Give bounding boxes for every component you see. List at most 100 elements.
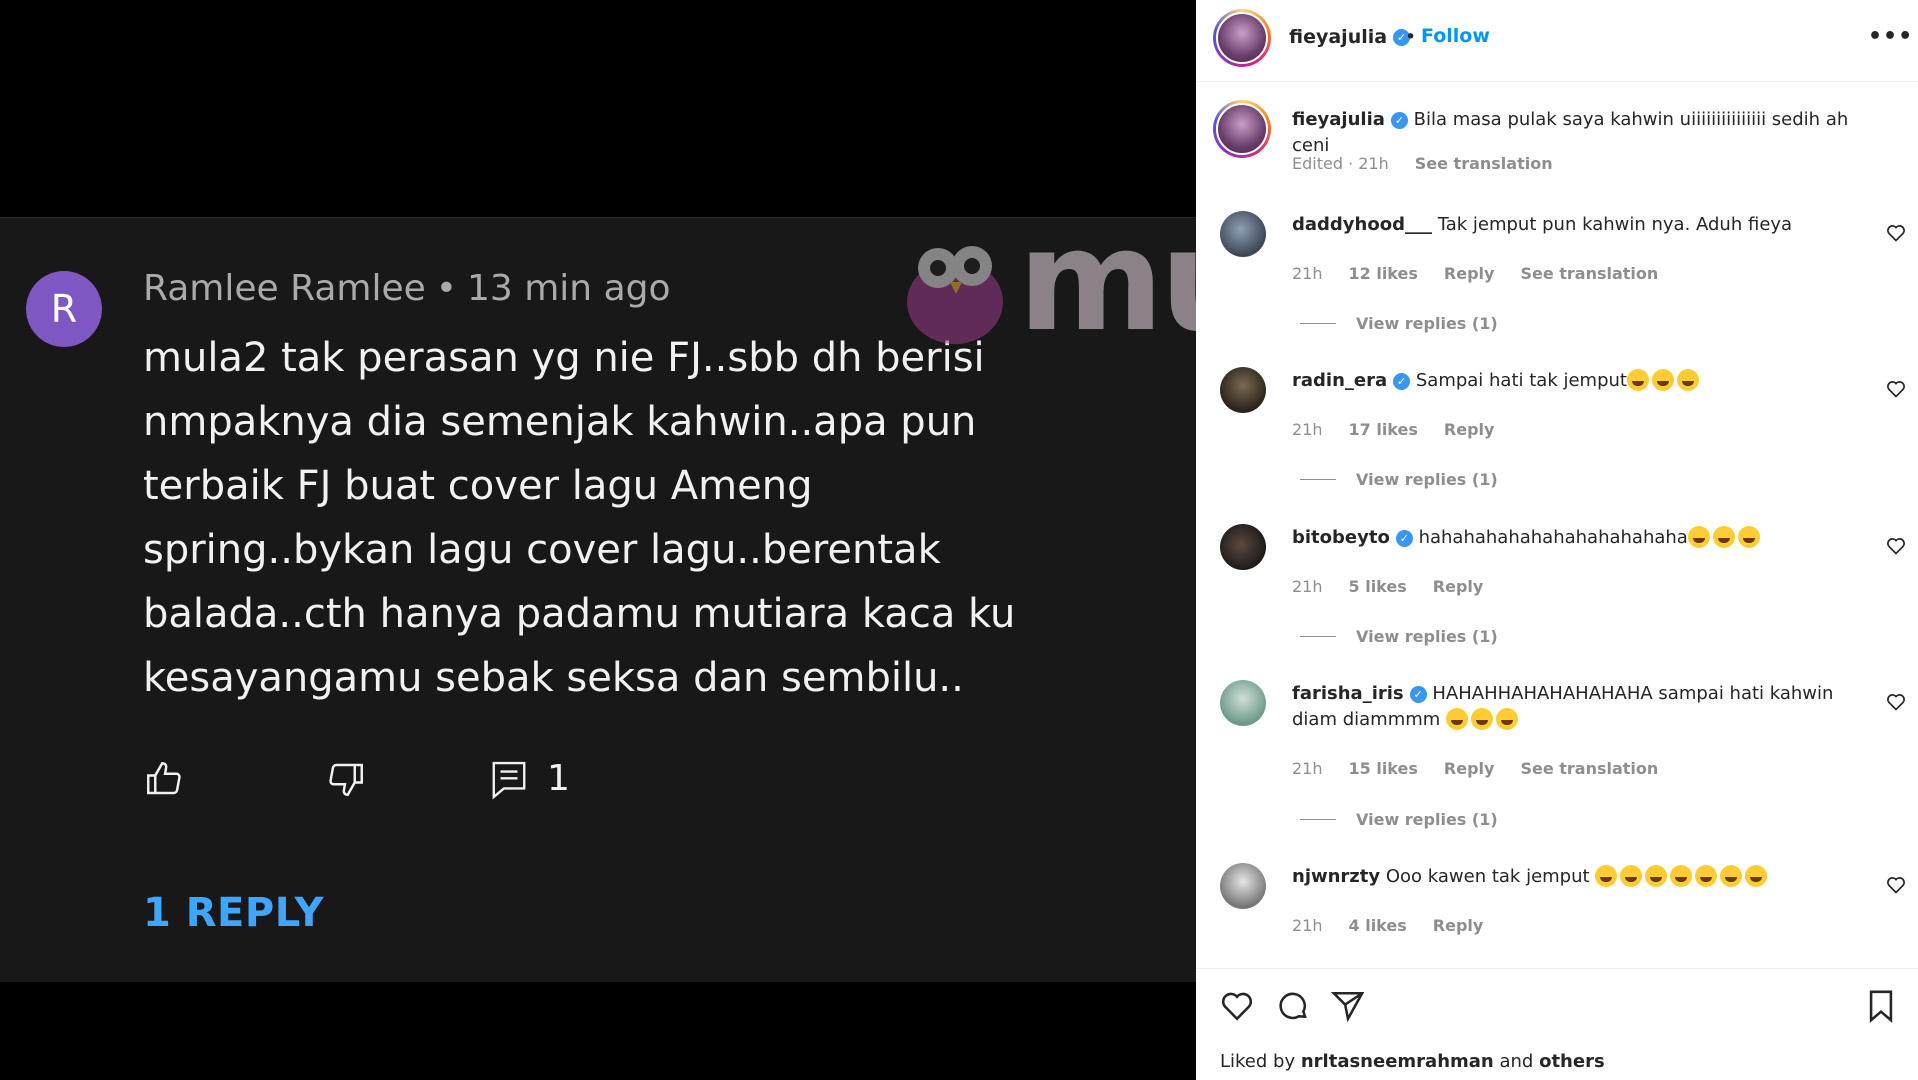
author-avatar[interactable] [1213, 9, 1271, 67]
reply-link[interactable]: Reply [1433, 577, 1484, 596]
post-action-bar: Liked by nrltasneemrahman and others [1196, 968, 1918, 1080]
comment-meta: 21h 15 likes Reply See translation [1292, 759, 1684, 778]
comment-text: mula2 tak perasan yg nie FJ..sbb dh beri… [143, 335, 1016, 701]
meta-separator: • [435, 268, 457, 309]
bookmark-icon[interactable] [1866, 989, 1896, 1023]
view-replies-link[interactable]: 1 REPLY [143, 890, 324, 936]
view-replies-text: View replies (1) [1356, 470, 1498, 489]
comment-author[interactable]: Ramlee Ramlee [143, 268, 426, 309]
reply-link[interactable]: Reply [1444, 420, 1495, 439]
view-replies-link[interactable]: View replies (1) [1300, 470, 1498, 489]
replies-line [1300, 636, 1336, 637]
like-heart-icon[interactable] [1886, 223, 1906, 243]
comment-likes[interactable]: 4 likes [1349, 916, 1407, 935]
verified-badge-icon: ✓ [1390, 111, 1408, 129]
dislike-button[interactable] [325, 758, 367, 804]
liked-by-line: Liked by nrltasneemrahman and others [1220, 1051, 1605, 1072]
thumbs-up-icon [147, 762, 181, 795]
instagram-post-panel: fieyajulia ✓ • Follow ••• fieyajulia ✓ Bil… [1196, 0, 1918, 1080]
rofl-emoji-icon [1670, 865, 1693, 887]
comment-body: daddyhood___ Tak jemput pun kahwin nya. … [1292, 212, 1872, 238]
comment-username[interactable]: bitobeyto [1292, 527, 1390, 548]
comment-username[interactable]: njwnrzty [1292, 866, 1380, 887]
follow-button[interactable]: Follow [1421, 25, 1490, 47]
comment-body: farisha_iris ✓ HAHAHHAHAHAHAHAHA sampai h… [1292, 681, 1872, 733]
caption-avatar[interactable] [1213, 100, 1271, 158]
comment-username[interactable]: radin_era [1292, 370, 1387, 391]
reply-link[interactable]: Reply [1444, 264, 1495, 283]
comment-body: njwnrzty Ooo kawen tak jemput [1292, 864, 1872, 890]
comment-time: 21h [1292, 264, 1323, 283]
view-replies-link[interactable]: View replies (1) [1300, 314, 1498, 333]
comment-likes[interactable]: 17 likes [1349, 420, 1418, 439]
youtube-comment-panel: R Ramlee Ramlee • 13 min ago mula2 tak per… [0, 0, 1459, 1080]
comment-text: Tak jemput pun kahwin nya. Aduh fieya [1437, 214, 1793, 235]
see-translation-link[interactable]: See translation [1520, 759, 1658, 778]
youtube-comment-card: R Ramlee Ramlee • 13 min ago mula2 tak per… [0, 217, 1196, 982]
comments-list[interactable]: fieyajulia ✓ Bila masa pulak saya kahwin … [1196, 83, 1918, 968]
view-replies-link[interactable]: View replies (1) [1300, 810, 1498, 829]
liked-by-prefix: Liked by [1220, 1051, 1296, 1072]
author-username[interactable]: fieyajulia ✓ [1289, 26, 1411, 48]
commenter-avatar[interactable] [1220, 524, 1266, 570]
grinning-emoji-icon [1745, 865, 1768, 887]
laughing-emoji-icon [1651, 369, 1674, 391]
see-translation-link[interactable]: See translation [1520, 264, 1658, 283]
comment-likes[interactable]: 15 likes [1349, 759, 1418, 778]
rofl-emoji-icon [1595, 865, 1618, 887]
reply-link[interactable]: Reply [1444, 759, 1495, 778]
comment-username[interactable]: daddyhood___ [1292, 214, 1432, 235]
laughing-emoji-icon [1712, 526, 1735, 548]
liked-by-user[interactable]: nrltasneemrahman [1301, 1051, 1494, 1072]
like-heart-icon[interactable] [1886, 875, 1906, 895]
caption-meta: Edited · 21h See translation [1292, 154, 1579, 173]
commenter-avatar[interactable] [1220, 863, 1266, 909]
caption-edited: Edited · 21h [1292, 154, 1389, 173]
like-heart-icon[interactable] [1886, 692, 1906, 712]
more-options-icon[interactable]: ••• [1868, 24, 1913, 49]
comment-text: Ooo kawen tak jemput [1385, 866, 1590, 887]
replies-line [1300, 819, 1336, 820]
commenter-avatar[interactable] [1220, 367, 1266, 413]
comment-likes[interactable]: 12 likes [1349, 264, 1418, 283]
comment-likes[interactable]: 5 likes [1349, 577, 1407, 596]
verified-badge-icon: ✓ [1393, 372, 1411, 390]
author-username-text: fieyajulia [1289, 26, 1388, 48]
laughing-emoji-icon [1737, 526, 1760, 548]
comment-username[interactable]: farisha_iris [1292, 683, 1404, 704]
post-header: fieyajulia ✓ • Follow ••• [1196, 0, 1918, 82]
rofl-emoji-icon [1471, 708, 1494, 730]
reply-button[interactable] [488, 758, 530, 806]
comment-bubble-icon[interactable] [1276, 989, 1310, 1023]
comment-time: 21h [1292, 420, 1323, 439]
like-heart-icon[interactable] [1886, 536, 1906, 556]
view-replies-text: View replies (1) [1356, 810, 1498, 829]
like-heart-icon[interactable] [1886, 379, 1906, 399]
commenter-avatar[interactable]: R [26, 271, 102, 347]
like-heart-icon[interactable] [1220, 989, 1254, 1023]
like-button[interactable] [143, 758, 185, 804]
post-caption: fieyajulia ✓ Bila masa pulak saya kahwin … [1196, 83, 1918, 193]
view-replies-link[interactable]: View replies (1) [1300, 627, 1498, 646]
liked-by-others[interactable]: others [1539, 1051, 1605, 1072]
laughing-emoji-icon [1687, 526, 1710, 548]
comment-meta: 21h 17 likes Reply [1292, 420, 1520, 439]
comment-time: 21h [1292, 577, 1323, 596]
comment-time: 21h [1292, 916, 1323, 935]
see-translation-link[interactable]: See translation [1415, 154, 1553, 173]
comment-text: hahahahahahahahahahahaha [1418, 527, 1688, 548]
commenter-avatar[interactable] [1220, 211, 1266, 257]
laughing-emoji-icon [1626, 369, 1649, 391]
rofl-emoji-icon [1446, 708, 1469, 730]
share-send-icon[interactable] [1331, 989, 1365, 1023]
comment-body: bitobeyto ✓ hahahahahahahahahahahaha [1292, 525, 1872, 551]
commenter-avatar[interactable] [1220, 680, 1266, 726]
view-replies-text: View replies (1) [1356, 314, 1498, 333]
comment-time: 21h [1292, 759, 1323, 778]
comment-time: 13 min ago [466, 268, 671, 309]
laughing-emoji-icon [1676, 369, 1699, 391]
caption-username[interactable]: fieyajulia [1292, 109, 1385, 130]
grinning-emoji-icon [1720, 865, 1743, 887]
reply-link[interactable]: Reply [1433, 916, 1484, 935]
comment-meta: 21h 5 likes Reply [1292, 577, 1509, 596]
